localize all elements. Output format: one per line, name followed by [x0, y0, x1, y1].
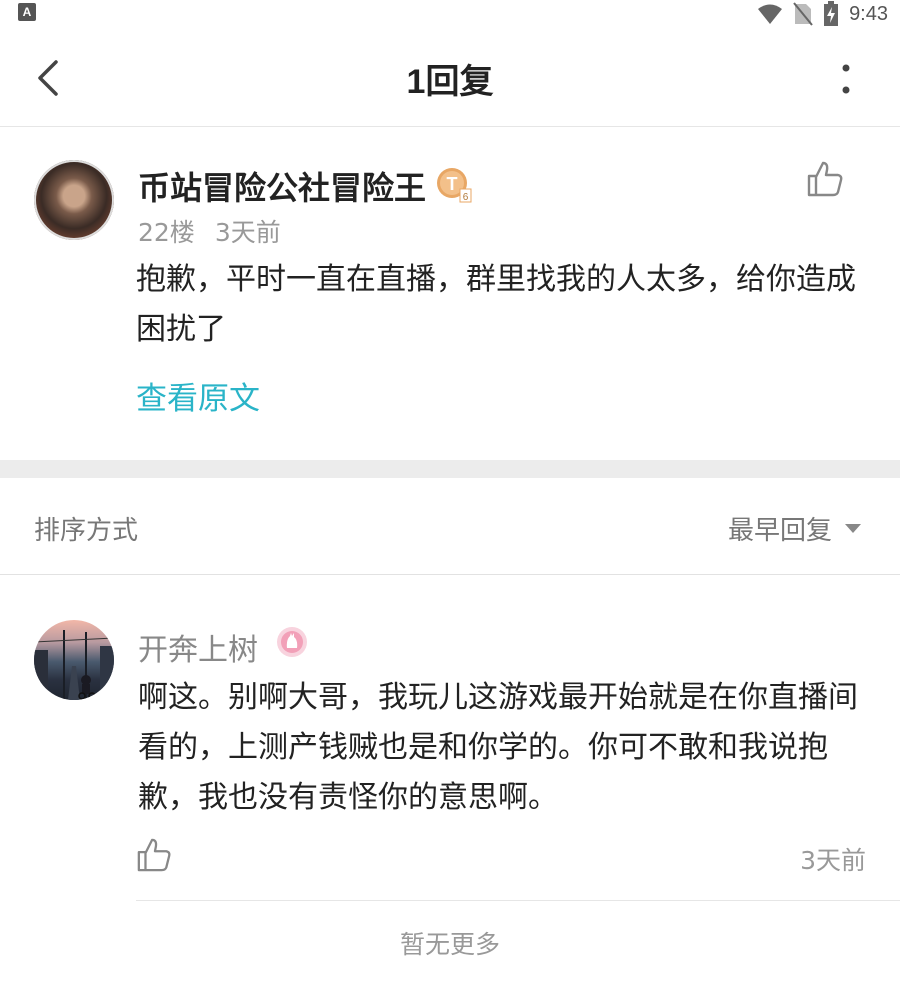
top-app-bar: 1回复 [0, 28, 900, 127]
view-original-link[interactable]: 查看原文 [136, 373, 260, 418]
wifi-icon [758, 4, 783, 24]
sort-dropdown[interactable]: 最早回复 [728, 510, 832, 547]
reply-text: 啊这。别啊大哥，我玩儿这游戏最开始就是在你直播间看的，上测产钱贼也是和你学的。你… [138, 680, 858, 815]
section-divider [0, 460, 900, 478]
app-notification-icon: A [18, 3, 36, 21]
post-time: 3天前 [214, 218, 281, 247]
avatar[interactable] [34, 620, 114, 700]
comment-meta: 22楼 3天前 [138, 213, 281, 249]
status-bar: A 9:43 [0, 0, 900, 28]
no-more-text: 暂无更多 [399, 930, 500, 959]
page-title: 1回复 [406, 63, 494, 101]
like-thumb-icon[interactable] [806, 160, 844, 198]
avatar[interactable] [34, 160, 114, 240]
like-thumb-icon[interactable] [136, 837, 172, 873]
caret-down-icon[interactable] [844, 522, 862, 534]
svg-text:T: T [447, 174, 458, 194]
main-comment: 币站冒险公社冒险王 T 6 22楼 3天前 抱歉，平时一直在直播，群里找我的人太多… [0, 127, 900, 460]
more-options-icon[interactable] [840, 64, 852, 94]
level-badge-icon: T 6 [437, 168, 472, 203]
floor-number: 22楼 [138, 218, 195, 247]
sort-label: 排序方式 [34, 516, 139, 546]
comment-text: 抱歉，平时一直在直播，群里找我的人太多，给你造成困扰了 [136, 262, 856, 347]
reply-time: 3天前 [800, 846, 866, 875]
member-badge-icon [277, 627, 307, 657]
clock: 9:43 [849, 2, 888, 25]
reply-author-name[interactable]: 开奔上树 [138, 625, 258, 669]
no-sim-icon [793, 2, 813, 26]
sort-bar: 排序方式 最早回复 [0, 478, 900, 575]
battery-charging-icon [824, 1, 839, 26]
status-indicators: 9:43 [757, 0, 888, 28]
author-name[interactable]: 币站冒险公社冒险王 [138, 163, 426, 209]
reply-item: 开奔上树 啊这。别啊大哥，我玩儿这游戏最开始就是在你直播间看的，上测产钱贼也是和… [0, 575, 900, 901]
divider [136, 900, 900, 901]
avatar-street-scene [34, 630, 114, 700]
svg-text:6: 6 [463, 192, 469, 203]
